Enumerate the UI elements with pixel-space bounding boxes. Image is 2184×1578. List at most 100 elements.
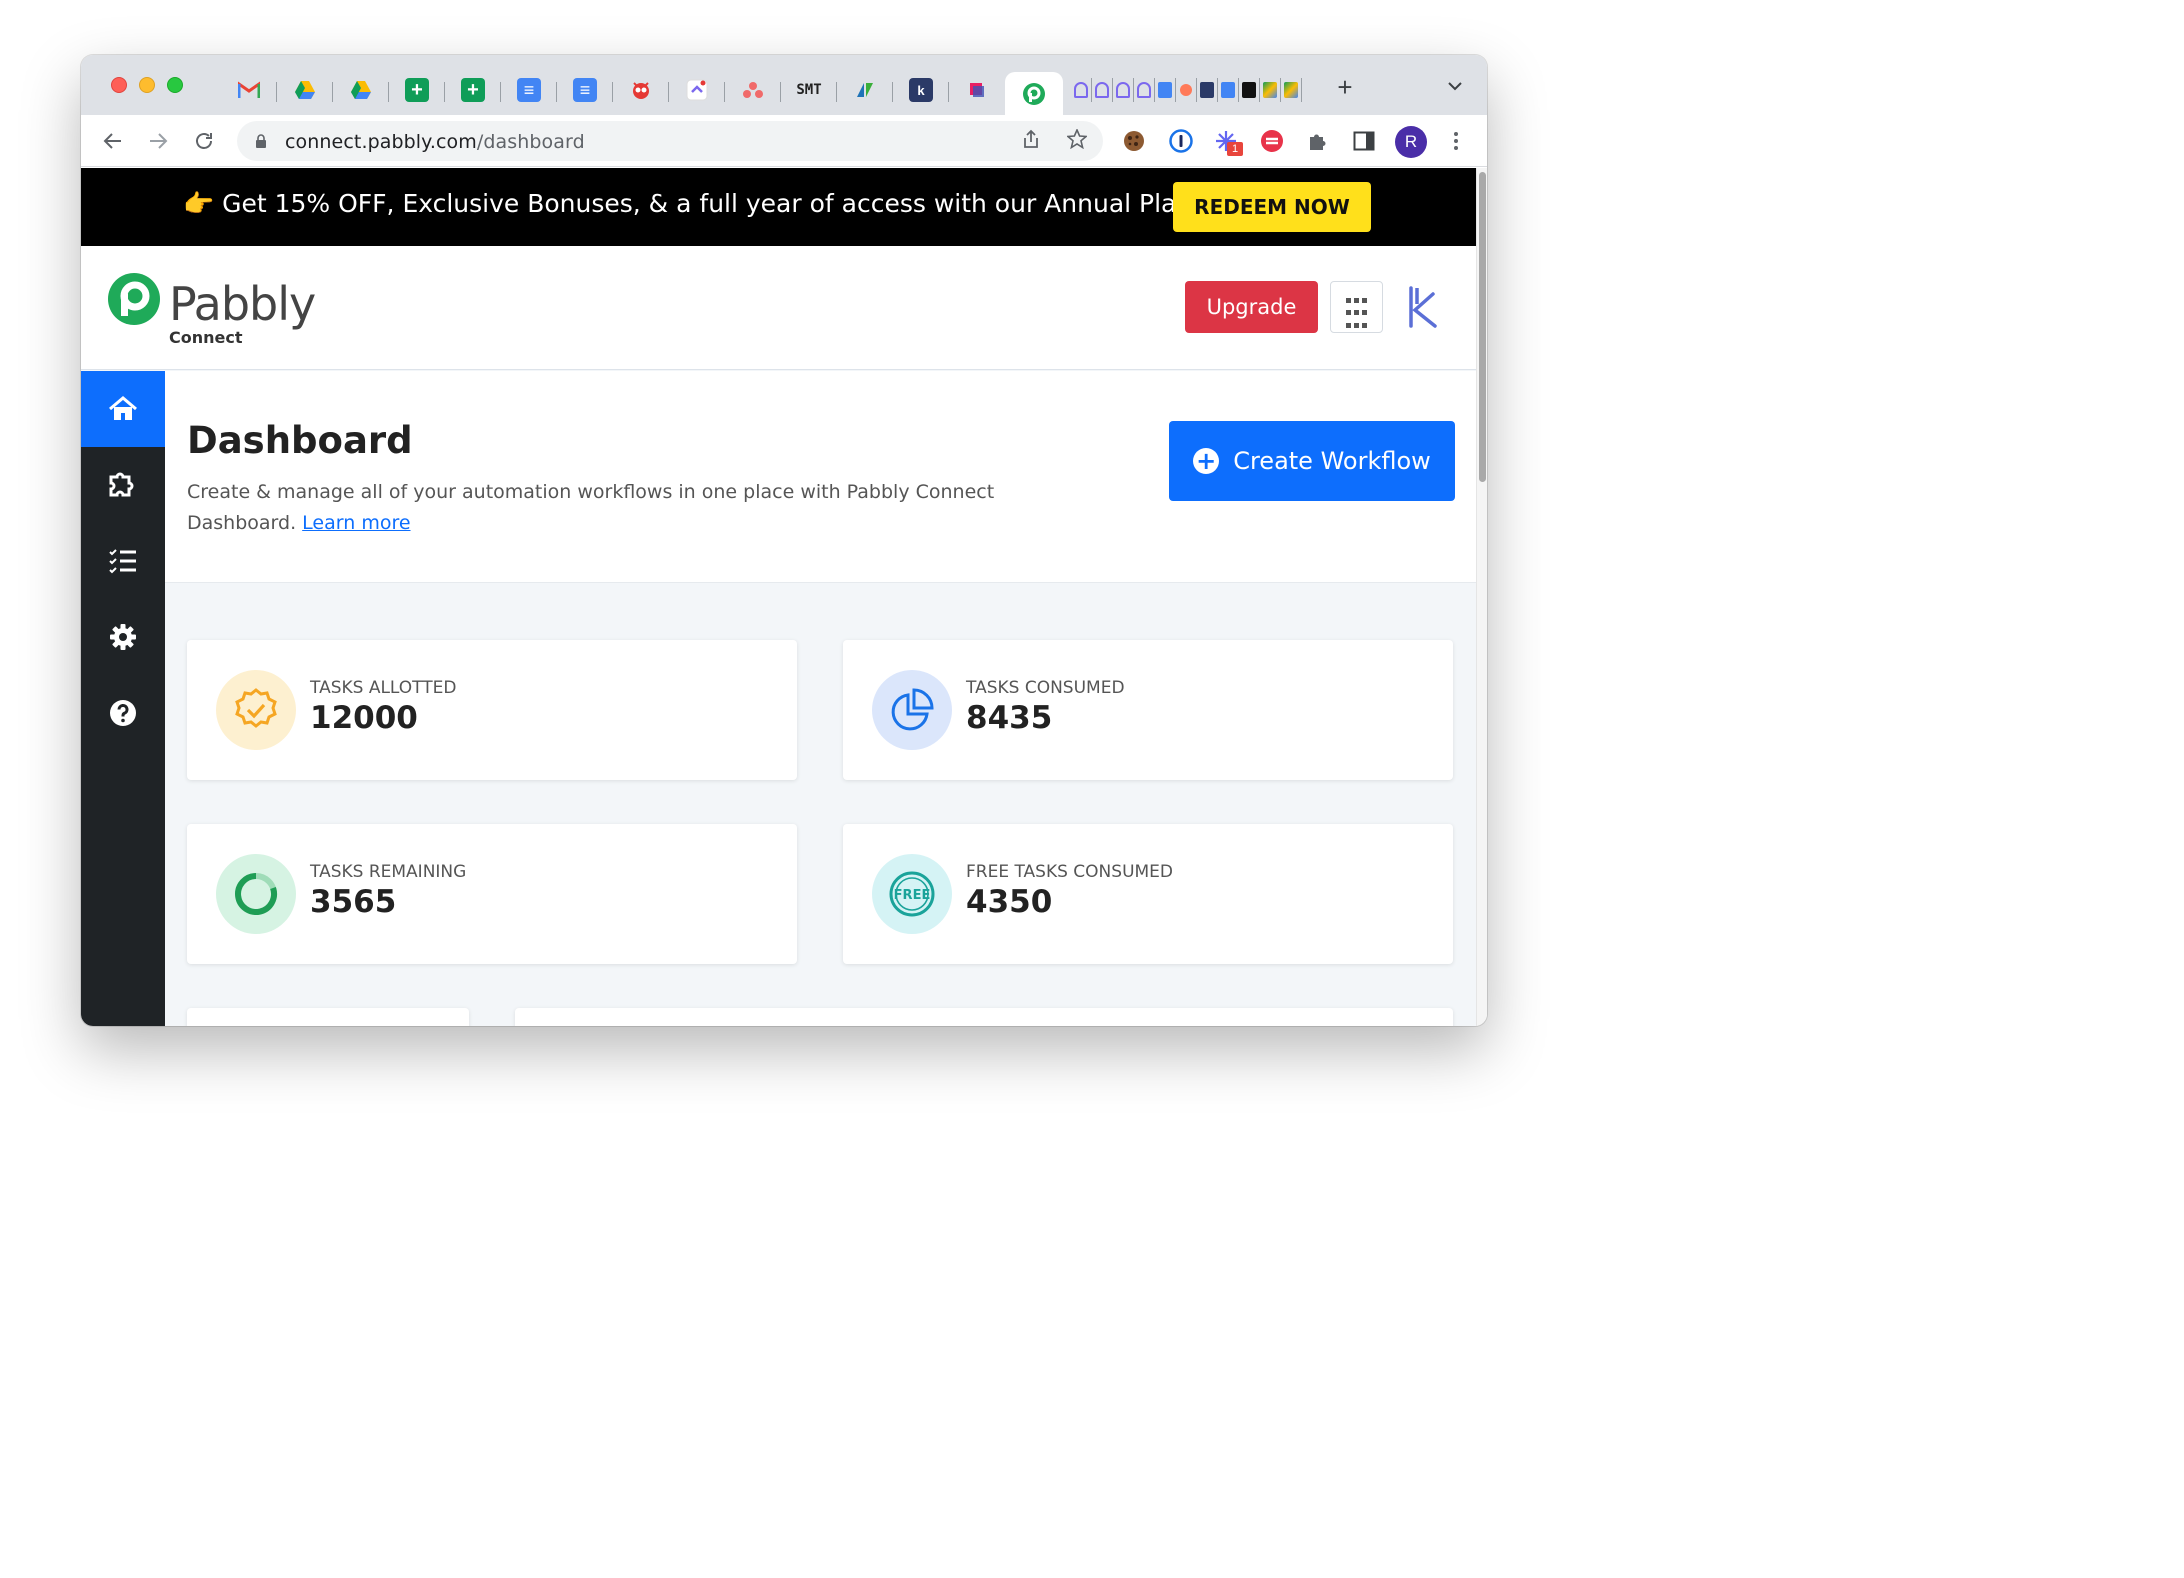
sidebar-item-help[interactable] xyxy=(81,675,165,751)
app-header: Pabbly Connect Upgrade xyxy=(81,246,1476,370)
mini-tab[interactable] xyxy=(1239,78,1260,102)
learn-more-link[interactable]: Learn more xyxy=(302,512,410,534)
create-workflow-button[interactable]: + Create Workflow xyxy=(1169,421,1455,501)
1password-icon xyxy=(1169,129,1193,153)
mini-tab[interactable] xyxy=(1071,78,1092,102)
page-description: Create & manage all of your automation w… xyxy=(187,477,1007,539)
tab-zendesk[interactable] xyxy=(837,72,893,108)
bookmark-button[interactable] xyxy=(1065,127,1089,153)
pabbly-connect-logo[interactable]: Pabbly Connect xyxy=(107,272,316,347)
extension-1password[interactable] xyxy=(1168,128,1194,154)
tab-search-button[interactable] xyxy=(1443,75,1467,99)
grid-dot xyxy=(1354,322,1359,328)
scrollbar-thumb[interactable] xyxy=(1479,172,1486,482)
side-panel-button[interactable] xyxy=(1351,128,1377,154)
stat-value: 8435 xyxy=(966,700,1053,736)
stat-card-tasks-consumed: TASKS CONSUMED 8435 xyxy=(843,640,1453,780)
share-icon xyxy=(1024,129,1038,148)
grid-dot xyxy=(1362,310,1367,316)
mini-tab[interactable] xyxy=(1134,78,1155,102)
zendesk-icon xyxy=(853,78,877,102)
mini-tab[interactable] xyxy=(1113,78,1134,102)
cookie-icon xyxy=(1124,131,1144,151)
promo-message: Get 15% OFF, Exclusive Bonuses, & a full… xyxy=(222,189,1203,218)
mini-tab[interactable] xyxy=(1092,78,1113,102)
pinned-mini-tabs xyxy=(1071,78,1302,102)
back-button[interactable] xyxy=(99,127,127,155)
page-scrollbar[interactable] xyxy=(1476,168,1487,1026)
tab-sheets-2[interactable]: + xyxy=(445,72,501,108)
tab-owl[interactable] xyxy=(613,72,669,108)
grid-dot xyxy=(1346,310,1351,316)
card-partial-left xyxy=(187,1008,469,1026)
extension-red[interactable] xyxy=(1259,128,1285,154)
extension-cookie[interactable] xyxy=(1121,128,1147,154)
tab-asana[interactable] xyxy=(725,72,781,108)
clickup-icon xyxy=(685,78,709,102)
badge-check-icon xyxy=(216,670,296,750)
google-drive-icon xyxy=(1284,82,1298,98)
mini-tab[interactable] xyxy=(1176,78,1197,102)
extensions-menu-button[interactable] xyxy=(1305,128,1331,154)
tab-stack[interactable] xyxy=(949,72,1005,108)
puzzle-icon xyxy=(109,472,134,497)
google-docs-icon: ≡ xyxy=(573,78,597,102)
upgrade-button[interactable]: Upgrade xyxy=(1185,281,1318,333)
mini-tab[interactable] xyxy=(1155,78,1176,102)
side-panel-icon xyxy=(1353,131,1375,151)
sidebar-item-home[interactable] xyxy=(81,371,165,447)
browser-menu-button[interactable] xyxy=(1443,128,1469,154)
sidebar-item-task-history[interactable] xyxy=(81,523,165,599)
sidebar-item-settings[interactable] xyxy=(81,599,165,675)
clickup-icon xyxy=(1116,82,1130,98)
tab-gmail[interactable] xyxy=(221,72,277,108)
asana-icon xyxy=(741,78,765,102)
extension-sparkle[interactable]: 1 xyxy=(1213,128,1243,156)
account-menu-button[interactable] xyxy=(1403,284,1443,330)
google-drive-icon xyxy=(293,78,317,102)
grid-dot xyxy=(1354,310,1359,316)
minimize-window-button[interactable] xyxy=(139,77,155,93)
mini-tab[interactable] xyxy=(1218,78,1239,102)
promo-text: 👉 Get 15% OFF, Exclusive Bonuses, & a fu… xyxy=(183,189,1202,219)
lock-icon xyxy=(256,134,266,148)
tab-sheets-1[interactable]: + xyxy=(389,72,445,108)
sidebar-item-integrations[interactable] xyxy=(81,447,165,523)
stat-value: 4350 xyxy=(966,884,1053,920)
card-partial-right xyxy=(515,1008,1453,1026)
google-drive-icon xyxy=(1263,82,1277,98)
mini-tab[interactable] xyxy=(1197,78,1218,102)
puzzle-piece-icon xyxy=(1310,134,1326,150)
hubspot-icon xyxy=(1180,84,1192,96)
tab-drive-2[interactable] xyxy=(333,72,389,108)
tab-pabbly-active[interactable] xyxy=(1005,72,1063,116)
tab-clickup[interactable] xyxy=(669,72,725,108)
google-sheets-icon: + xyxy=(405,78,429,102)
profile-avatar[interactable]: R xyxy=(1395,126,1427,158)
free-badge-icon: FREE xyxy=(872,854,952,934)
tab-docs-2[interactable]: ≡ xyxy=(557,72,613,108)
svg-text:FREE: FREE xyxy=(894,888,931,903)
zoom-window-button[interactable] xyxy=(167,77,183,93)
share-button[interactable] xyxy=(1019,129,1043,153)
tab-docs-1[interactable]: ≡ xyxy=(501,72,557,108)
reload-button[interactable] xyxy=(190,127,218,155)
tab-smt[interactable]: SMT xyxy=(781,72,837,108)
kebab-menu-icon xyxy=(1454,132,1458,150)
redeem-now-button[interactable]: REDEEM NOW xyxy=(1173,182,1371,232)
mini-tab[interactable] xyxy=(1281,78,1302,102)
apps-grid-button[interactable] xyxy=(1330,281,1383,333)
chevron-down-icon xyxy=(1448,82,1462,91)
reload-icon xyxy=(196,133,212,149)
google-docs-icon xyxy=(1221,82,1235,98)
close-window-button[interactable] xyxy=(111,77,127,93)
tab-k-app[interactable]: k xyxy=(893,72,949,108)
forward-button[interactable] xyxy=(144,127,172,155)
new-tab-button[interactable]: + xyxy=(1331,73,1359,101)
tab-drive-1[interactable] xyxy=(277,72,333,108)
mini-tab[interactable] xyxy=(1260,78,1281,102)
home-icon xyxy=(109,396,137,420)
profile-initial: R xyxy=(1404,132,1418,151)
address-bar[interactable]: connect.pabbly.com/dashboard xyxy=(237,121,1103,161)
stat-value: 12000 xyxy=(310,700,418,736)
